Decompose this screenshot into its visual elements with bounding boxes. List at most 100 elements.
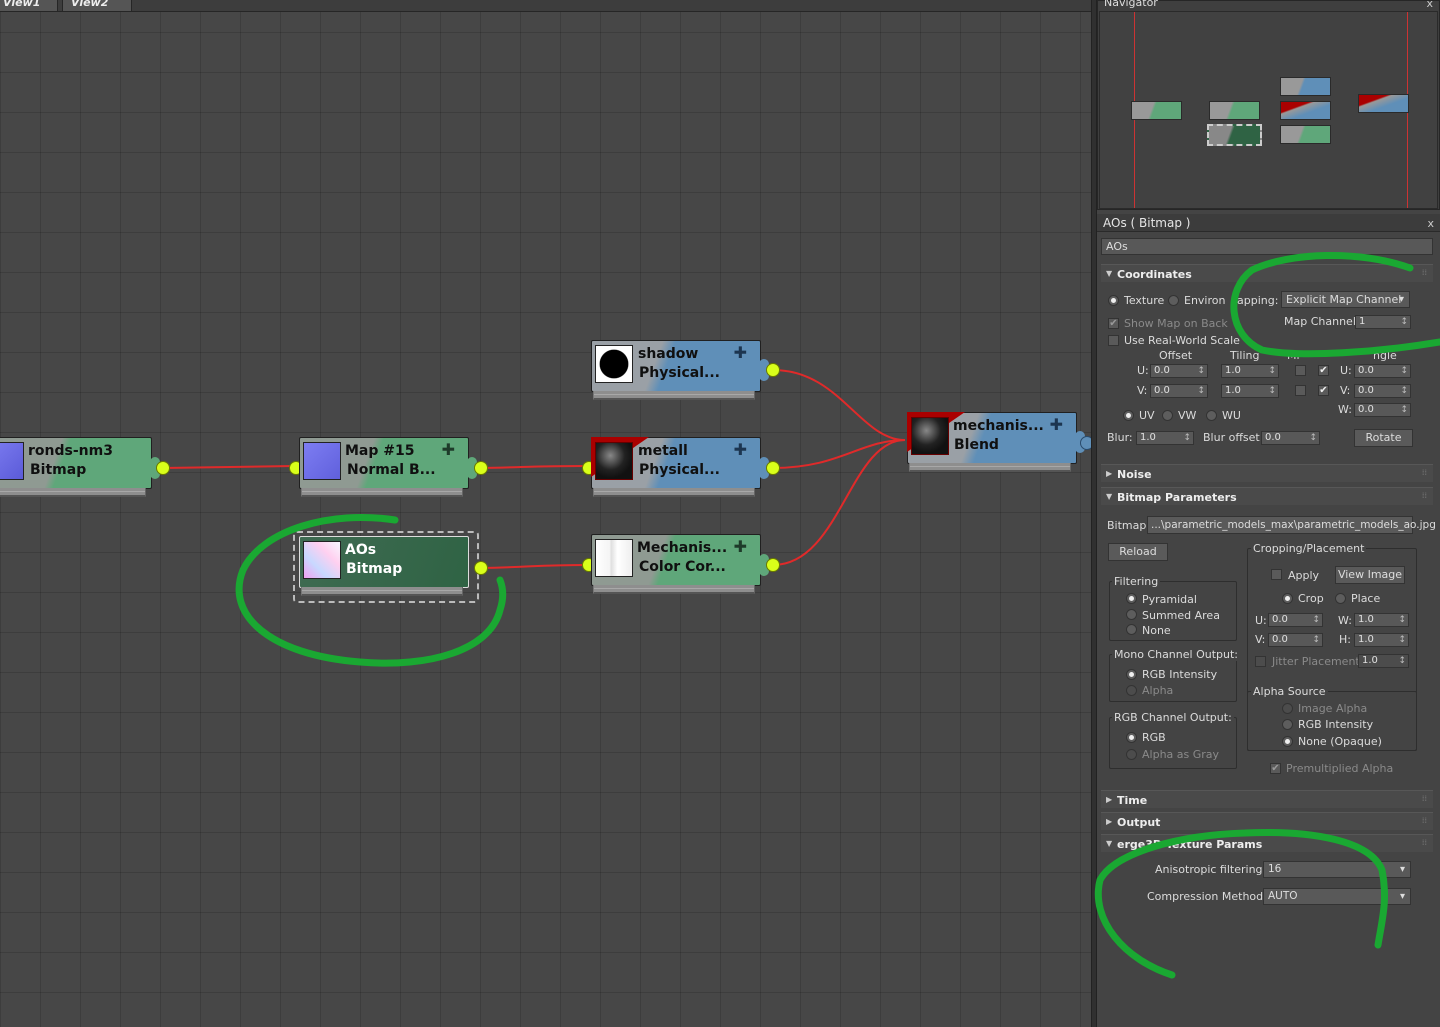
- rollout-verge3d-texture-params[interactable]: ▼ erge3D Texture Params ⁞⁞: [1101, 834, 1433, 852]
- pyramidal-radio[interactable]: [1126, 593, 1137, 604]
- expand-icon[interactable]: ✚: [442, 440, 455, 459]
- node-shadow[interactable]: shadow Physical... ✚: [591, 340, 761, 400]
- show-map-on-back-label: Show Map on Back: [1124, 317, 1228, 330]
- crop-w-spinner[interactable]: 1.0: [1354, 613, 1409, 627]
- bitmap-path-button[interactable]: ...\parametric_models_max\parametric_mod…: [1147, 516, 1436, 534]
- expand-icon[interactable]: ✚: [734, 440, 747, 459]
- angle-v-spinner[interactable]: 0.0: [1354, 384, 1411, 398]
- blur-spinner[interactable]: 1.0: [1136, 431, 1194, 445]
- expand-icon[interactable]: ✚: [1050, 415, 1063, 434]
- offset-v-spinner[interactable]: 0.0: [1150, 384, 1208, 398]
- rotate-button[interactable]: Rotate: [1354, 429, 1413, 447]
- node-name: mechanis...: [953, 418, 1044, 434]
- tile-u-checkbox[interactable]: ✔: [1318, 365, 1329, 376]
- summed-area-radio[interactable]: [1126, 609, 1137, 620]
- output-port[interactable]: [156, 461, 170, 475]
- map-channel-spinner[interactable]: 1: [1355, 315, 1411, 329]
- vw-radio[interactable]: [1162, 410, 1173, 421]
- parameter-editor: AOs ( Bitmap ) x AOs ▼ Coordinates ⁞⁞ Text…: [1097, 214, 1440, 1027]
- node-metall[interactable]: metall Physical... ✚: [591, 437, 761, 497]
- tiling-v-spinner[interactable]: 1.0: [1221, 384, 1279, 398]
- node-ronds-nm3[interactable]: ronds-nm3 Bitmap: [0, 437, 152, 497]
- tiling-header: Tiling: [1230, 349, 1260, 362]
- thumbnail-material-sphere: [595, 345, 633, 383]
- expand-icon[interactable]: ✚: [734, 537, 747, 556]
- output-port[interactable]: [766, 558, 780, 572]
- crop-radio[interactable]: [1282, 593, 1293, 604]
- wu-radio[interactable]: [1206, 410, 1217, 421]
- premultiplied-alpha-checkbox[interactable]: ✔: [1270, 763, 1281, 774]
- rollout-coordinates[interactable]: ▼ Coordinates ⁞⁞: [1101, 264, 1433, 282]
- node-color-correction[interactable]: Mechanis... Color Cor... ✚: [591, 534, 761, 594]
- mirror-u-checkbox[interactable]: [1295, 365, 1306, 376]
- image-alpha-radio[interactable]: [1282, 703, 1293, 714]
- offset-u-spinner[interactable]: 0.0: [1150, 364, 1208, 378]
- minimap-node-selected: [1207, 124, 1262, 146]
- summed-area-label: Summed Area: [1142, 609, 1220, 622]
- jitter-checkbox[interactable]: [1255, 656, 1266, 667]
- alpha-as-gray-radio[interactable]: [1126, 749, 1137, 760]
- crop-u-spinner[interactable]: 0.0: [1268, 613, 1323, 627]
- wire-metall-blend: [772, 439, 906, 469]
- wire-aos-mechcolor: [480, 564, 588, 569]
- offset-header: Offset: [1159, 349, 1193, 362]
- crop-v-spinner[interactable]: 0.0: [1268, 633, 1323, 647]
- filter-none-radio[interactable]: [1126, 624, 1137, 635]
- navigator-view[interactable]: [1099, 11, 1438, 209]
- node-name: ronds-nm3: [28, 443, 113, 459]
- rollout-noise[interactable]: ▶ Noise ⁞⁞: [1101, 464, 1433, 482]
- mirror-v-checkbox[interactable]: [1295, 385, 1306, 396]
- node-aos[interactable]: AOs Bitmap: [299, 536, 469, 596]
- node-type: Physical...: [639, 365, 720, 381]
- close-icon[interactable]: x: [1426, 0, 1433, 10]
- jitter-spinner[interactable]: 1.0: [1358, 654, 1409, 668]
- none-opaque-radio[interactable]: [1282, 736, 1293, 747]
- uv-radio[interactable]: [1123, 410, 1134, 421]
- texture-radio[interactable]: [1108, 295, 1119, 306]
- reload-button[interactable]: Reload: [1108, 543, 1168, 561]
- map-name-field[interactable]: AOs: [1101, 238, 1433, 255]
- view-image-button[interactable]: View Image: [1335, 566, 1405, 584]
- angle-w-spinner[interactable]: 0.0: [1354, 403, 1411, 417]
- mono-rgb-intensity-label: RGB Intensity: [1142, 668, 1218, 681]
- angle-u-spinner[interactable]: 0.0: [1354, 364, 1411, 378]
- node-editor-canvas[interactable]: View1 View2 ronds-nm3 Bitmap Map #15 Nor…: [0, 0, 1091, 1027]
- node-name: AOs: [345, 542, 377, 558]
- tiling-u-spinner[interactable]: 1.0: [1221, 364, 1279, 378]
- show-map-on-back-checkbox[interactable]: ✔: [1108, 318, 1119, 329]
- environ-radio[interactable]: [1168, 295, 1179, 306]
- bitmap-label: Bitmap:: [1107, 519, 1151, 532]
- apply-checkbox[interactable]: [1271, 569, 1282, 580]
- mapping-label: apping:: [1237, 294, 1279, 307]
- alpha-rgb-intensity-radio[interactable]: [1282, 719, 1293, 730]
- rgb-label: RGB: [1142, 731, 1166, 744]
- node-map-15[interactable]: Map #15 Normal B... ✚: [299, 437, 469, 497]
- crop-h-label: H:: [1339, 633, 1351, 646]
- output-port[interactable]: [474, 561, 488, 575]
- expand-icon[interactable]: ✚: [734, 343, 747, 362]
- blur-offset-spinner[interactable]: 0.0: [1261, 431, 1320, 445]
- rgb-radio[interactable]: [1126, 732, 1137, 743]
- mirror-header: Mi: [1287, 349, 1300, 362]
- rollout-output[interactable]: ▶ Output ⁞⁞: [1101, 812, 1433, 830]
- rollout-time[interactable]: ▶ Time ⁞⁞: [1101, 790, 1433, 808]
- output-port[interactable]: [766, 461, 780, 475]
- close-icon[interactable]: x: [1427, 217, 1434, 230]
- rollout-bitmap-parameters[interactable]: ▼ Bitmap Parameters ⁞⁞: [1101, 487, 1433, 505]
- anisotropic-filtering-dropdown[interactable]: 16: [1263, 861, 1411, 878]
- crop-h-spinner[interactable]: 1.0: [1354, 633, 1409, 647]
- anisotropic-filtering-label: Anisotropic filtering:: [1155, 863, 1267, 876]
- tile-v-checkbox[interactable]: ✔: [1318, 385, 1329, 396]
- place-radio[interactable]: [1335, 593, 1346, 604]
- mapping-dropdown[interactable]: Explicit Map Channel: [1281, 291, 1410, 308]
- output-port[interactable]: [766, 363, 780, 377]
- real-world-scale-checkbox[interactable]: [1108, 335, 1119, 346]
- output-port[interactable]: [474, 461, 488, 475]
- mono-rgb-intensity-radio[interactable]: [1126, 669, 1137, 680]
- wire-shadow-blend: [772, 369, 906, 441]
- node-blend[interactable]: mechanis... Blend ✚: [907, 412, 1077, 472]
- compression-method-dropdown[interactable]: AUTO: [1263, 888, 1411, 905]
- output-port[interactable]: [1080, 436, 1091, 450]
- mono-alpha-radio[interactable]: [1126, 685, 1137, 696]
- texture-label: Texture: [1124, 294, 1165, 307]
